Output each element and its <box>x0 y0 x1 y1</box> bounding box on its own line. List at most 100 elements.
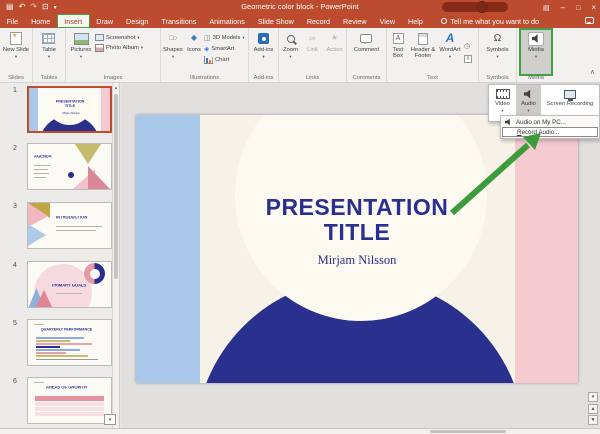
feedback-comment-icon[interactable] <box>585 17 594 24</box>
group-label-addins: Add-ins <box>253 75 274 81</box>
tab-file[interactable]: File <box>0 14 25 28</box>
link-icon <box>309 33 315 43</box>
slide-number: 5 <box>13 320 17 327</box>
audio-submenu: Audio on My PC... Record Audio... <box>500 115 600 139</box>
media-button[interactable]: Media <box>519 28 553 76</box>
wordart-button[interactable]: WordArt <box>438 30 462 74</box>
slide-number: 2 <box>13 145 17 152</box>
3d-models-button[interactable]: 3D Models <box>204 34 245 42</box>
tell-me-label: Tell me what you want to do <box>450 16 540 26</box>
pictures-button[interactable]: Pictures <box>67 30 95 74</box>
horizontal-scrollbar-thumb[interactable] <box>430 430 506 433</box>
tab-review[interactable]: Review <box>337 14 374 28</box>
slide-number-icon[interactable] <box>464 55 472 63</box>
scrollbar-thumb[interactable] <box>114 94 118 279</box>
tab-slide-show[interactable]: Slide Show <box>251 14 300 28</box>
new-slide-button[interactable]: New Slide <box>3 30 29 74</box>
chevron-down-icon <box>262 54 264 60</box>
text-box-button[interactable]: Text Box <box>388 30 408 74</box>
tab-home[interactable]: Home <box>25 14 57 28</box>
minimize-icon[interactable] <box>561 3 565 12</box>
redo-icon[interactable] <box>30 3 37 11</box>
photo-album-icon <box>95 44 104 52</box>
add-ins-button[interactable]: Add-ins <box>254 30 273 74</box>
chevron-down-icon <box>15 54 17 60</box>
title-bar: Geometric color block - PowerPoint <box>0 0 600 14</box>
slide-thumbnail-4[interactable]: PRIMARY GOALS <box>27 261 112 308</box>
ribbon-group-symbols: Symbols Symbols <box>479 28 517 82</box>
text-box-icon <box>392 33 404 44</box>
collapse-ribbon-icon[interactable] <box>590 68 595 76</box>
screen-recording-icon <box>564 89 576 101</box>
close-icon[interactable] <box>591 3 596 12</box>
account-name-redacted <box>442 2 508 12</box>
zoom-button[interactable]: Zoom <box>281 30 301 74</box>
customize-qat-icon[interactable] <box>54 3 57 11</box>
slide-left-band-shape <box>136 115 200 383</box>
record-audio-item[interactable]: Record Audio... <box>502 127 598 137</box>
chevron-down-icon <box>242 35 244 41</box>
window-controls <box>543 0 596 14</box>
comment-button[interactable]: Comment <box>354 30 379 74</box>
icons-button[interactable]: Icons <box>184 30 204 74</box>
chevron-down-icon <box>449 54 451 60</box>
tab-transitions[interactable]: Transitions <box>155 14 203 28</box>
chart-icon <box>204 56 213 64</box>
scroll-up-icon[interactable] <box>113 84 119 92</box>
scroll-down-button[interactable]: ▾ <box>588 392 598 402</box>
date-time-icon[interactable] <box>464 35 472 53</box>
tab-record[interactable]: Record <box>300 14 336 28</box>
chevron-down-icon <box>141 45 143 51</box>
header-footer-button[interactable]: Header & Footer <box>410 30 436 74</box>
tab-design[interactable]: Design <box>120 14 155 28</box>
photo-album-button[interactable]: Photo Album <box>95 44 143 52</box>
current-slide[interactable]: PRESENTATION TITLE Mirjam Nilsson <box>136 115 578 383</box>
ribbon-group-addins: Add-ins Add-ins <box>249 28 279 82</box>
icons-gallery-icon <box>191 34 197 43</box>
tell-me-search[interactable]: Tell me what you want to do <box>441 14 539 28</box>
smartart-button[interactable]: SmartArt <box>204 45 245 53</box>
ribbon-display-options-icon[interactable] <box>543 3 550 12</box>
slide-thumbnail-1[interactable]: PRESENTATION TITLE Mirjam Nilsson <box>27 86 112 133</box>
chevron-down-icon <box>535 54 537 60</box>
slide-title-text[interactable]: PRESENTATION TITLE <box>241 195 473 245</box>
tab-animations[interactable]: Animations <box>203 14 252 28</box>
slide-thumbnail-5[interactable]: QUARTERLY PERFORMANCE <box>27 319 112 366</box>
table-button[interactable]: Table <box>42 30 56 74</box>
slide-thumbnail-6[interactable]: AREAS OF GROWTH <box>27 377 112 424</box>
ribbon-group-comments: Comment Comments <box>347 28 387 82</box>
thumbnail-scroll-down-button[interactable] <box>104 414 116 425</box>
slide-subtitle-text[interactable]: Mirjam Nilsson <box>241 253 473 268</box>
undo-icon[interactable] <box>19 3 26 11</box>
header-footer-icon <box>418 32 428 45</box>
previous-slide-button[interactable]: ▲ <box>588 404 598 414</box>
action-button[interactable]: Action <box>325 30 345 74</box>
thumbnail-scrollbar[interactable] <box>112 83 119 428</box>
start-slideshow-icon[interactable] <box>42 3 49 11</box>
next-slide-button[interactable]: ▼ <box>588 415 598 425</box>
slide-thumbnail-2[interactable]: AGENDA <box>27 143 112 190</box>
comment-icon <box>360 34 373 44</box>
chevron-down-icon <box>137 35 139 41</box>
tab-draw[interactable]: Draw <box>90 14 120 28</box>
slide-number: 4 <box>13 262 17 269</box>
tab-view[interactable]: View <box>373 14 401 28</box>
chart-button[interactable]: Chart <box>204 56 245 64</box>
slide-number: 6 <box>13 378 17 385</box>
slide-number: 1 <box>13 87 17 94</box>
save-icon[interactable] <box>6 3 14 11</box>
audio-on-my-pc-item[interactable]: Audio on My PC... <box>502 117 598 127</box>
link-button[interactable]: Link <box>304 30 322 74</box>
shapes-button[interactable]: Shapes <box>162 30 184 74</box>
audio-icon <box>524 89 531 99</box>
screenshot-button[interactable]: Screenshot <box>95 34 143 41</box>
symbols-button[interactable]: Symbols <box>486 30 508 74</box>
group-label-images: Images <box>103 75 123 81</box>
slide-thumbnail-3[interactable]: INTRODUCTION <box>27 202 112 249</box>
ribbon-group-illustrations: Shapes Icons 3D Models SmartArt <box>161 28 249 82</box>
tab-help[interactable]: Help <box>402 14 430 28</box>
maximize-icon[interactable] <box>576 3 580 12</box>
tab-insert[interactable]: Insert <box>56 14 90 28</box>
slide-number: 3 <box>13 203 17 210</box>
chevron-down-icon <box>80 54 82 60</box>
